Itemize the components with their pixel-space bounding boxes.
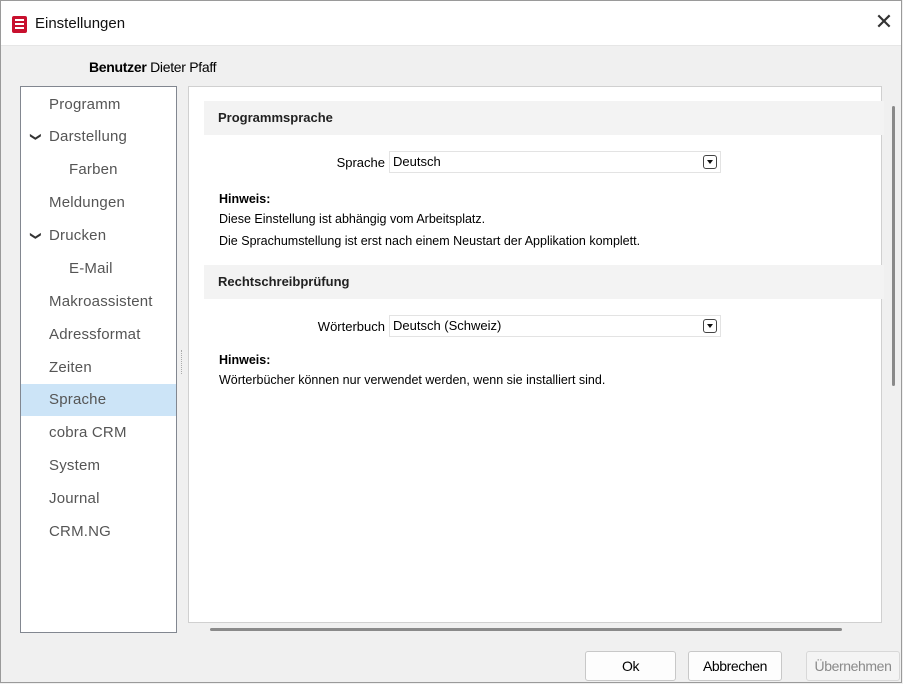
woerterbuch-value: Deutsch (Schweiz) bbox=[393, 318, 502, 333]
horizontal-scrollbar[interactable] bbox=[210, 628, 842, 631]
nav-item-label: Meldungen bbox=[49, 194, 126, 211]
nav-item-cobra-crm[interactable]: cobra CRM bbox=[21, 417, 176, 449]
user-label: Benutzer bbox=[89, 59, 147, 75]
woerterbuch-combobox[interactable]: Deutsch (Schweiz) bbox=[389, 315, 721, 337]
nav-item-adressformat[interactable]: Adressformat bbox=[21, 319, 176, 351]
title-bar: Einstellungen ✕ bbox=[1, 1, 901, 46]
apply-button[interactable]: Übernehmen bbox=[806, 651, 900, 681]
chevron-down-icon[interactable] bbox=[703, 319, 717, 333]
close-button[interactable]: ✕ bbox=[869, 7, 899, 37]
note-title: Hinweis: bbox=[219, 353, 271, 367]
sprache-value: Deutsch bbox=[393, 154, 441, 169]
chevron-down-icon[interactable]: ❯ bbox=[30, 132, 42, 141]
nav-item-system[interactable]: System bbox=[21, 450, 176, 482]
nav-item-label: Sprache bbox=[49, 391, 107, 408]
nav-item-label: Adressformat bbox=[49, 326, 141, 343]
chevron-down-icon[interactable]: ❯ bbox=[30, 231, 42, 240]
nav-item-meldungen[interactable]: Meldungen bbox=[21, 187, 176, 219]
app-icon bbox=[12, 16, 27, 33]
chevron-down-icon[interactable] bbox=[703, 155, 717, 169]
nav-item-label: Makroassistent bbox=[49, 293, 153, 310]
user-line: Benutzer Dieter Pfaff bbox=[89, 59, 217, 75]
note-text: Die Sprachumstellung ist erst nach einem… bbox=[219, 234, 641, 248]
settings-nav-tree[interactable]: Programm ❯ Darstellung Farben Meldungen ❯… bbox=[20, 86, 177, 633]
nav-item-drucken[interactable]: ❯ Drucken bbox=[21, 220, 176, 252]
sprache-label: Sprache bbox=[336, 155, 385, 170]
nav-item-label: Programm bbox=[49, 96, 121, 113]
nav-item-label: Farben bbox=[69, 161, 118, 178]
nav-item-makroassistent[interactable]: Makroassistent bbox=[21, 286, 176, 318]
nav-item-crm-ng[interactable]: CRM.NG bbox=[21, 516, 176, 548]
nav-item-programm[interactable]: Programm bbox=[21, 89, 176, 121]
nav-item-label: Drucken bbox=[49, 227, 107, 244]
nav-item-journal[interactable]: Journal bbox=[21, 483, 176, 515]
woerterbuch-label: Wörterbuch bbox=[317, 319, 385, 334]
nav-item-label: CRM.NG bbox=[49, 523, 112, 540]
nav-item-zeiten[interactable]: Zeiten bbox=[21, 352, 176, 384]
cancel-button[interactable]: Abbrechen bbox=[688, 651, 782, 681]
nav-item-email[interactable]: E-Mail bbox=[21, 253, 176, 285]
user-name: Dieter Pfaff bbox=[150, 59, 217, 75]
section-header-programmsprache: Programmsprache bbox=[204, 101, 884, 135]
nav-item-sprache[interactable]: Sprache bbox=[21, 384, 176, 416]
window-title: Einstellungen bbox=[35, 15, 126, 32]
nav-item-farben[interactable]: Farben bbox=[21, 154, 176, 186]
note-title: Hinweis: bbox=[219, 192, 271, 206]
section-header-rechtschreibpruefung: Rechtschreibprüfung bbox=[204, 265, 884, 299]
nav-item-label: cobra CRM bbox=[49, 424, 127, 441]
panel-splitter[interactable] bbox=[181, 350, 185, 374]
nav-item-label: Darstellung bbox=[49, 128, 128, 145]
nav-item-label: E-Mail bbox=[69, 260, 113, 277]
nav-item-darstellung[interactable]: ❯ Darstellung bbox=[21, 121, 176, 153]
note-text: Diese Einstellung ist abhängig vom Arbei… bbox=[219, 212, 486, 226]
ok-button[interactable]: Ok bbox=[585, 651, 676, 681]
note-text: Wörterbücher können nur verwendet werden… bbox=[219, 373, 606, 387]
settings-content-panel: Programmsprache Sprache Deutsch Hinweis:… bbox=[188, 86, 884, 623]
nav-item-label: Journal bbox=[49, 490, 100, 507]
nav-item-label: System bbox=[49, 457, 101, 474]
nav-item-label: Zeiten bbox=[49, 359, 92, 376]
vertical-scrollbar[interactable] bbox=[892, 106, 895, 386]
sprache-combobox[interactable]: Deutsch bbox=[389, 151, 721, 173]
